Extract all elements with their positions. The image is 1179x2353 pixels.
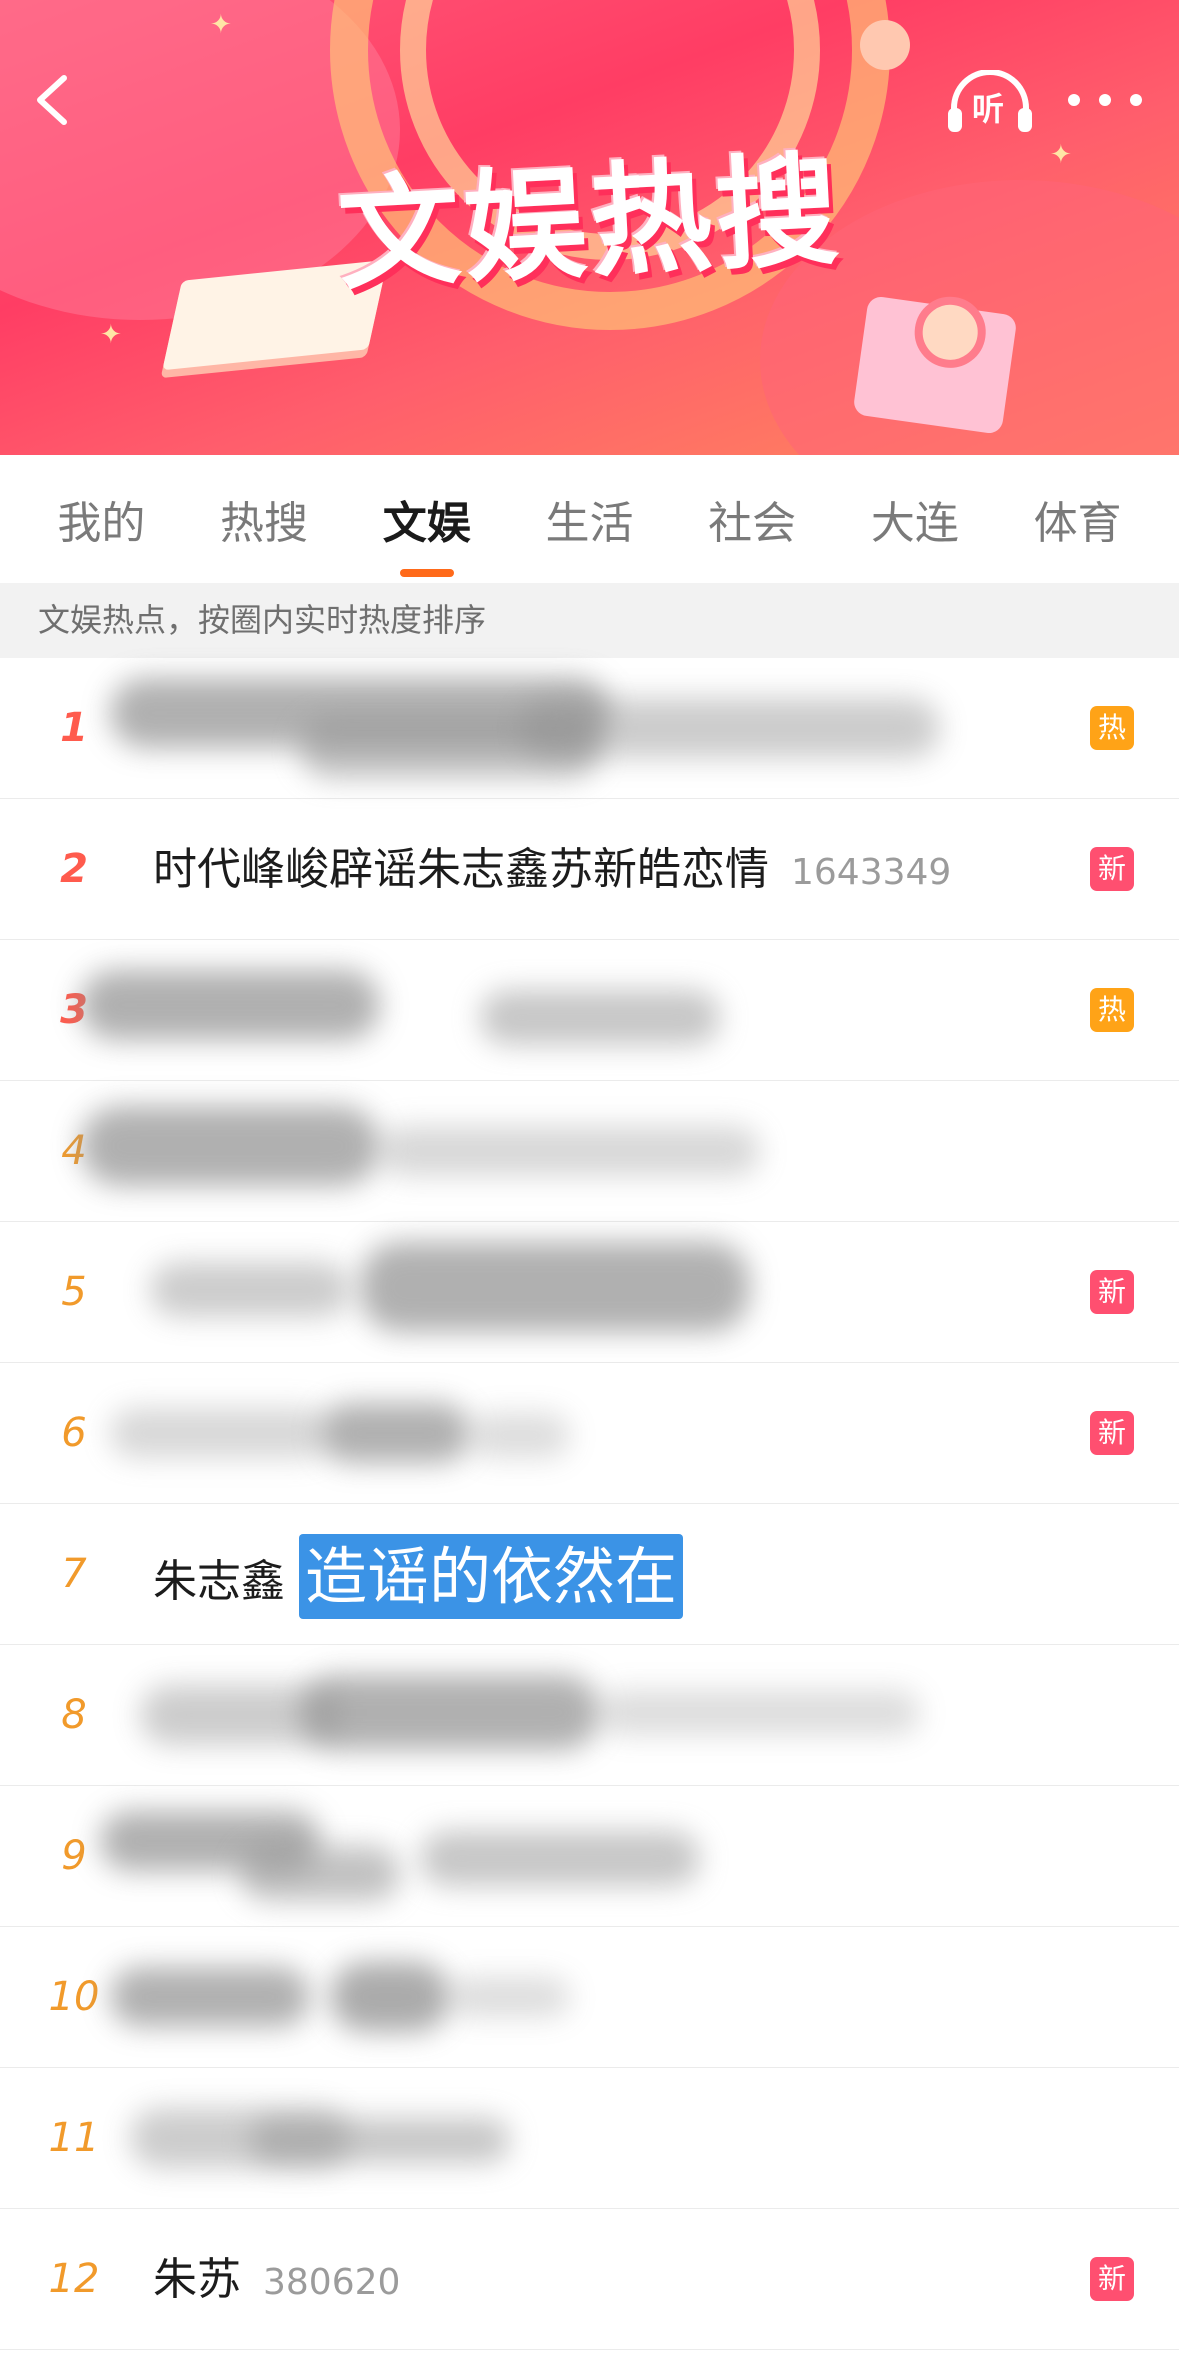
list-item[interactable]: 10 [0, 1927, 1179, 2068]
list-item[interactable]: 1 热 [0, 658, 1179, 799]
redaction-smudge [80, 1106, 380, 1186]
tab-entertainment[interactable]: 文娱 [373, 487, 481, 577]
category-tabs: 我的 热搜 文娱 生活 社会 大连 体育 [0, 455, 1179, 583]
list-item[interactable]: 9 [0, 1786, 1179, 1927]
list-item[interactable]: 5 新 [0, 1222, 1179, 1363]
redaction-smudge [80, 970, 380, 1040]
listen-button[interactable]: 听 [946, 70, 1034, 136]
camera-decoration [852, 292, 1018, 435]
item-title-text: 朱志鑫 [153, 1556, 285, 1607]
back-button[interactable] [26, 70, 86, 130]
tab-sports[interactable]: 体育 [1024, 487, 1132, 551]
new-badge: 新 [1090, 1411, 1134, 1455]
redaction-smudge [520, 698, 940, 758]
redaction-smudge [420, 1831, 700, 1886]
redaction-smudge [320, 1403, 470, 1463]
tab-society[interactable]: 社会 [698, 487, 806, 551]
redaction-smudge [300, 1675, 600, 1750]
new-badge: 新 [1090, 2257, 1134, 2301]
heat-count: 380620 [263, 2262, 401, 2303]
list-item[interactable]: 8 [0, 1645, 1179, 1786]
rank-number: 11 [48, 2115, 100, 2161]
more-dots-icon [1068, 94, 1142, 106]
item-title: 时代峰峻辟谣朱志鑫苏新皓恋情 1643349 [153, 799, 951, 940]
rank-number: 5 [61, 1269, 87, 1315]
chevron-left-icon [37, 75, 67, 125]
redaction-smudge [150, 1262, 350, 1317]
rank-number: 1 [60, 705, 88, 751]
redaction-smudge [600, 1690, 920, 1735]
hot-badge: 热 [1090, 988, 1134, 1032]
tab-dalian[interactable]: 大连 [861, 487, 969, 551]
rank-number: 2 [60, 846, 88, 892]
tab-life[interactable]: 生活 [535, 487, 643, 551]
rank-number: 7 [61, 1551, 87, 1597]
redaction-smudge [480, 990, 720, 1045]
item-title-text: 朱苏 [153, 2254, 241, 2305]
planet-decoration [860, 20, 910, 70]
list-item[interactable]: 12 朱苏 380620 新 [0, 2209, 1179, 2350]
redaction-smudge [380, 1126, 760, 1176]
redaction-smudge [470, 1413, 570, 1458]
item-title: 朱志鑫 造谣的依然在 [153, 1504, 684, 1645]
redaction-smudge [360, 1242, 750, 1332]
list-item[interactable]: 6 新 [0, 1363, 1179, 1504]
ranking-notice: 文娱热点，按圈内实时热度排序 [0, 583, 1179, 658]
list-item[interactable]: 7 朱志鑫 造谣的依然在 [0, 1504, 1179, 1645]
listen-label: 听 [972, 90, 1005, 128]
redaction-smudge [450, 1977, 570, 2017]
rank-number: 9 [61, 1833, 87, 1879]
list-item[interactable]: 11 [0, 2068, 1179, 2209]
sparkle-icon: ✦ [100, 320, 122, 350]
rank-number: 10 [48, 1974, 100, 2020]
redaction-smudge [240, 1846, 400, 1901]
hot-search-list: 1 热 2 时代峰峻辟谣朱志鑫苏新皓恋情 1643349 新 3 热 4 5 新 … [0, 658, 1179, 2350]
sparkle-icon: ✦ [1050, 140, 1072, 170]
list-item[interactable]: 4 [0, 1081, 1179, 1222]
tab-hot-search[interactable]: 热搜 [210, 487, 318, 551]
new-badge: 新 [1090, 847, 1134, 891]
tab-mine[interactable]: 我的 [47, 487, 155, 551]
rank-number: 6 [61, 1410, 87, 1456]
item-title-text: 时代峰峻辟谣朱志鑫苏新皓恋情 [153, 844, 769, 895]
header-banner: ✦ ✦ ✦ 文娱热搜 听 [0, 0, 1179, 455]
redaction-smudge [110, 1408, 330, 1458]
new-badge: 新 [1090, 1270, 1134, 1314]
sparkle-icon: ✦ [210, 10, 232, 40]
rank-number: 8 [61, 1692, 87, 1738]
item-title: 朱苏 380620 [153, 2209, 400, 2350]
redaction-smudge [330, 1962, 450, 2032]
list-item[interactable]: 3 热 [0, 940, 1179, 1081]
overlay-caption: 造谣的依然在 [299, 1534, 684, 1619]
redaction-smudge [110, 1967, 310, 2027]
heat-count: 1643349 [791, 852, 952, 893]
redaction-smudge [250, 2118, 510, 2163]
hot-badge: 热 [1090, 706, 1134, 750]
rank-number: 12 [48, 2256, 100, 2302]
more-button[interactable] [1064, 78, 1146, 122]
list-item[interactable]: 2 时代峰峻辟谣朱志鑫苏新皓恋情 1643349 新 [0, 799, 1179, 940]
